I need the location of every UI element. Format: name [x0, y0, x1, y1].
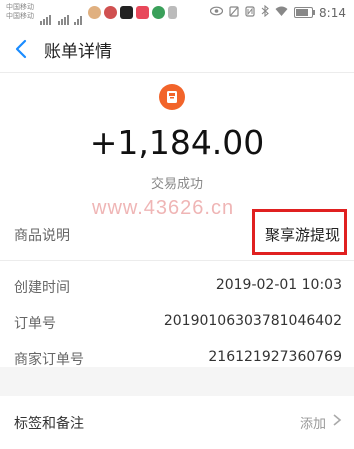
nfc-icon: [245, 5, 255, 20]
tags-notes-label: 标签和备注: [14, 416, 84, 432]
nav-bar: 账单详情: [0, 26, 354, 73]
detail-row-order: 订单号 20190106303781046402: [0, 306, 354, 338]
eye-icon: [209, 6, 224, 19]
signal-2-icon: [58, 6, 70, 25]
detail-row-created: 创建时间 2019-02-01 10:03: [0, 270, 354, 302]
bluetooth-icon: [261, 4, 269, 20]
detail-row-merchant-order: 商家订单号 216121927360769: [0, 342, 354, 374]
carrier-2-label: 中国移动: [6, 12, 34, 20]
clock: 8:14: [319, 5, 346, 20]
signal-1-icon: [40, 6, 52, 25]
order-label: 订单号: [14, 316, 56, 332]
chevron-left-icon: [15, 39, 27, 59]
notification-icons: [88, 6, 177, 19]
order-value: 20190106303781046402: [163, 313, 342, 329]
add-tag-link[interactable]: 添加: [300, 413, 326, 432]
tiktok-icon: [120, 6, 133, 19]
app-1-icon: [88, 6, 101, 19]
divider: [0, 260, 354, 261]
wifi-signal-icon: [74, 6, 83, 25]
more-notifications-icon: [168, 6, 177, 19]
carrier-1-label: 中国移动: [6, 3, 34, 11]
tags-notes-row[interactable]: 标签和备注 添加: [0, 396, 354, 449]
mute-icon: [229, 5, 239, 20]
transaction-summary: +1,184.00 交易成功: [0, 73, 354, 208]
page-title: 账单详情: [44, 42, 112, 62]
app-5-icon: [152, 6, 165, 19]
merchant-order-value: 216121927360769: [208, 349, 342, 365]
battery-icon: [294, 7, 316, 18]
created-label: 创建时间: [14, 280, 70, 296]
wifi-icon: [275, 6, 288, 19]
app-2-icon: [104, 6, 117, 19]
highlight-annotation: [252, 209, 347, 255]
back-button[interactable]: [10, 36, 34, 62]
product-label: 商品说明: [14, 228, 70, 244]
carrier-info: 中国移动 中国移动: [6, 3, 34, 21]
watermark: www.43626.cn: [92, 197, 235, 219]
created-value: 2019-02-01 10:03: [215, 277, 342, 293]
chevron-right-icon: [333, 414, 342, 426]
merchant-order-label: 商家订单号: [14, 352, 84, 368]
transaction-amount: +1,184.00: [89, 123, 265, 162]
app-4-icon: [136, 6, 149, 19]
merchant-logo-icon: [159, 84, 185, 110]
transaction-status: 交易成功: [150, 177, 203, 192]
system-icons: 8:14: [209, 4, 346, 20]
status-bar: 中国移动 中国移动 8:14: [0, 0, 354, 26]
